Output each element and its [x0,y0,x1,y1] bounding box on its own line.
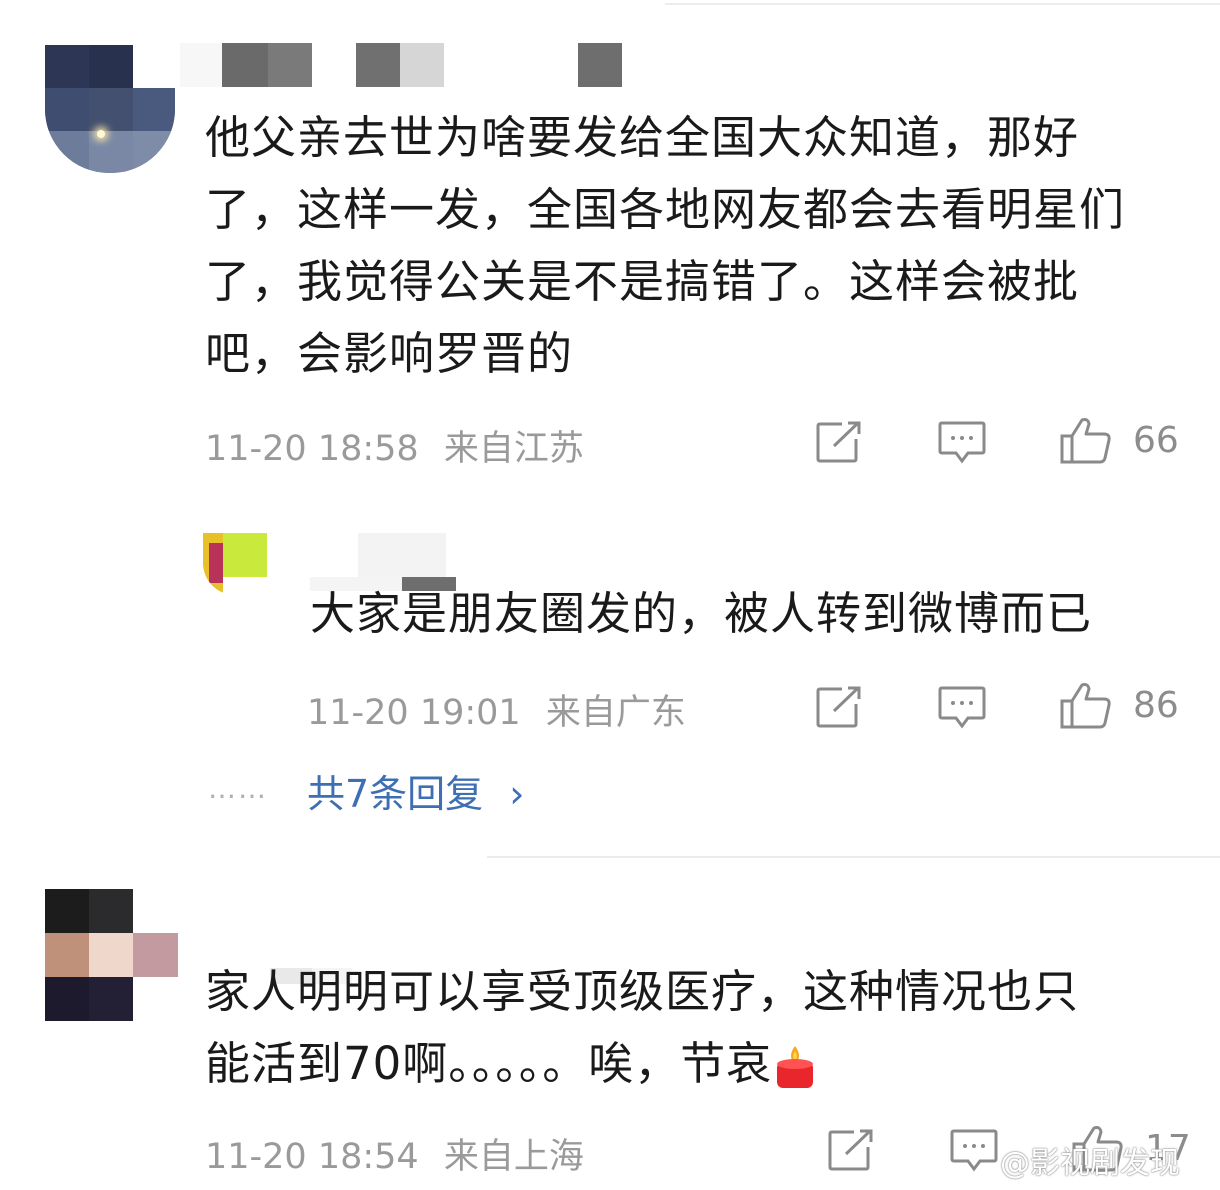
comment-line: 吧，会影响罗晋的 [205,327,574,380]
share-icon[interactable] [828,1129,874,1171]
reply-dots: …… [208,772,268,805]
timestamp: 11-20 18:58 [205,429,419,469]
comment-icon[interactable] [938,686,986,730]
comment-icon[interactable] [938,421,986,465]
location: 来自江苏 [443,429,584,469]
view-more-replies-link[interactable]: 共7条回复 › [307,763,524,818]
comment-line: 家人明明可以享受顶级医疗，这种情况也只 [205,965,1080,1018]
reply-text: 大家是朋友圈发的，被人转到微博而已 [310,587,1093,640]
comment-text: 家人明明可以享受顶级医疗，这种情况也只 能活到70啊。。。。。唉，节哀 [205,956,1079,1100]
comment-line: 能活到70啊。。。。。唉，节哀 [205,1028,1079,1100]
location: 来自广东 [545,693,686,733]
comment-divider [487,856,1220,858]
comment-meta: 11-20 18:54 来自上海 [205,1128,584,1179]
share-icon[interactable] [816,421,862,463]
more-replies-label: 共7条回复 [307,772,484,816]
like-icon[interactable] [1060,681,1112,729]
top-divider [665,3,1220,5]
comment-icon[interactable] [950,1129,998,1173]
avatar-light [97,130,105,138]
comment-text: 他父亲去世为啥要发给全国大众知道，那好 了，这样一发，全国各地网友都会去看明星们… [205,102,1125,390]
reply-meta: 11-20 19:01 来自广东 [307,684,686,735]
chevron-right-icon: › [509,772,525,816]
avatar[interactable] [45,889,178,1021]
watermark: @影视剧发现 [1000,1146,1180,1181]
comment-line: 他父亲去世为啥要发给全国大众知道，那好 [205,111,1080,164]
comment-line: 了，我觉得公关是不是搞错了。这样会被批 [205,255,1080,308]
location: 来自上海 [443,1137,584,1177]
timestamp: 11-20 18:54 [205,1137,419,1177]
like-count: 66 [1133,420,1179,461]
timestamp: 11-20 19:01 [307,693,521,733]
comment-line: 了，这样一发，全国各地网友都会去看明星们 [205,183,1126,236]
comment-meta: 11-20 18:58 来自江苏 [205,420,584,471]
reply-username-redacted[interactable] [268,533,446,577]
share-icon[interactable] [816,686,862,728]
like-count: 86 [1133,685,1179,726]
candle-emoji-icon [777,1046,814,1088]
reply-avatar[interactable] [203,533,267,595]
avatar[interactable] [45,45,175,173]
like-icon[interactable] [1060,416,1112,464]
